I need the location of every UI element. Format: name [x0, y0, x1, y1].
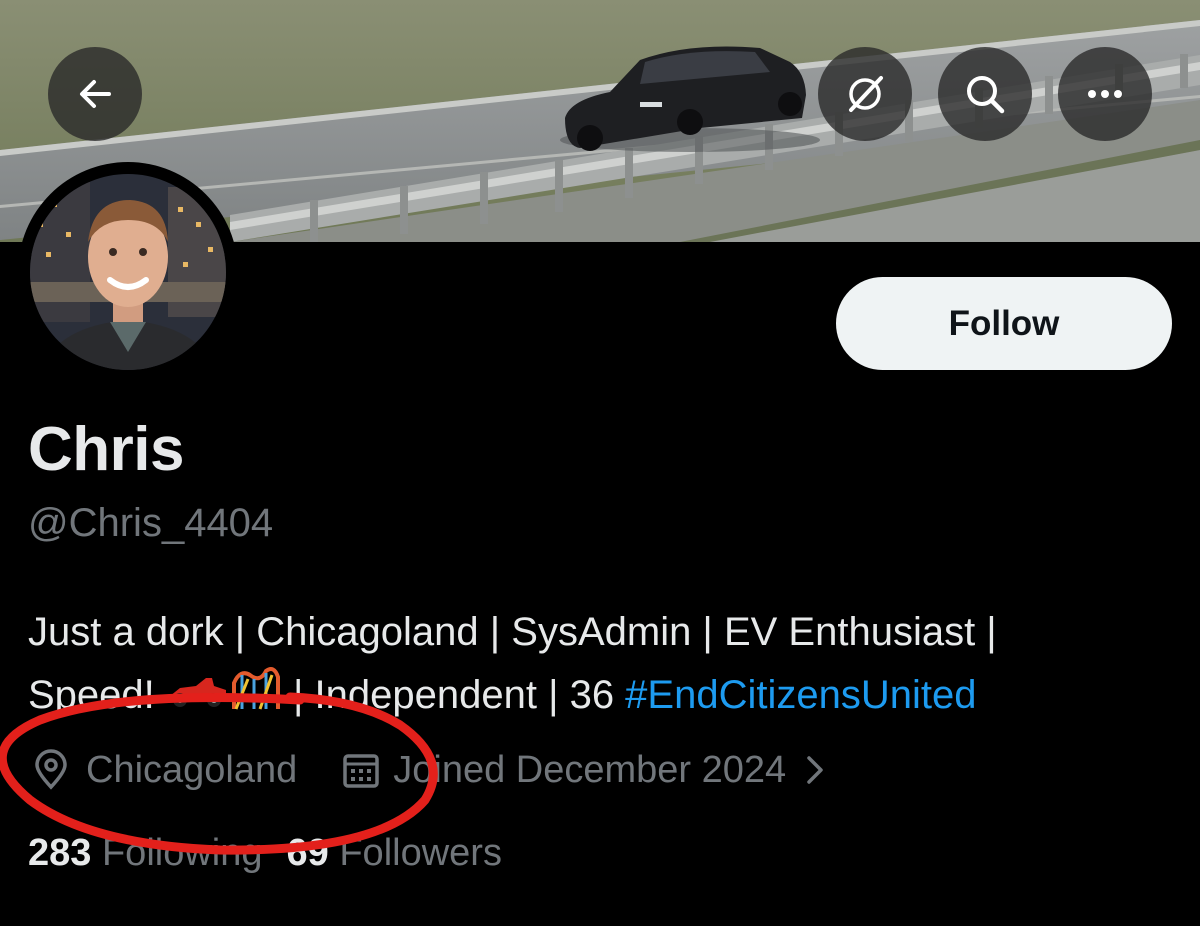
- more-icon: [1088, 90, 1122, 98]
- bio: Just a dork | Chicagoland | SysAdmin | E…: [28, 601, 1188, 730]
- joined-text: Joined December 2024: [393, 748, 787, 791]
- grok-icon: [849, 76, 883, 112]
- profile-meta: Chicagoland Joined December 2024: [30, 742, 830, 798]
- bio-line-2: Speed! | Independent | 36 #EndCitizensUn…: [28, 664, 1188, 730]
- followers-link[interactable]: 69 Followers: [287, 832, 502, 875]
- back-button[interactable]: [48, 47, 142, 141]
- bio-line-1: Just a dork | Chicagoland | SysAdmin | E…: [28, 610, 997, 654]
- search-icon: [967, 76, 1005, 114]
- follow-button[interactable]: Follow: [836, 277, 1172, 370]
- location-pin-icon: [35, 749, 67, 790]
- bio-middle-text: | Independent | 36: [281, 673, 626, 717]
- calendar-icon: [343, 754, 380, 788]
- location-text: Chicagoland: [86, 748, 298, 791]
- arrow-left-icon: [80, 80, 111, 108]
- roller-coaster-emoji-icon: [230, 665, 282, 730]
- following-label: Following: [101, 832, 263, 874]
- following-link[interactable]: 283 Following: [28, 832, 263, 875]
- avatar[interactable]: [18, 162, 238, 382]
- joined-item: Joined December 2024: [341, 749, 830, 792]
- grok-button[interactable]: [818, 47, 912, 141]
- followers-count: 69: [286, 832, 329, 874]
- follow-stats: 283 Following 69 Followers: [28, 832, 502, 875]
- username-handle: @Chris_4404: [28, 501, 274, 545]
- followers-label: Followers: [339, 832, 502, 874]
- more-button[interactable]: [1058, 47, 1152, 141]
- follow-label: Follow: [948, 303, 1060, 343]
- display-name: Chris: [28, 415, 184, 484]
- hashtag-link[interactable]: #EndCitizensUnited: [625, 673, 976, 717]
- chevron-right-icon[interactable]: [800, 750, 830, 790]
- avatar-image: [30, 174, 226, 370]
- search-button[interactable]: [938, 47, 1032, 141]
- location-item: Chicagoland: [30, 749, 297, 792]
- following-count: 283: [28, 832, 92, 874]
- bio-speed-text: Speed!: [28, 673, 166, 717]
- race-car-emoji-icon: [166, 666, 230, 729]
